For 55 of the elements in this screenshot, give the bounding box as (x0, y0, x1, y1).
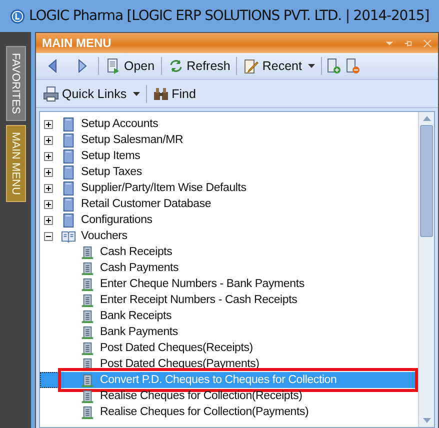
document-pencil-icon (243, 58, 260, 74)
building-icon (80, 372, 95, 388)
caret-icon (308, 64, 315, 68)
building-icon (80, 276, 95, 292)
toolbar-button[interactable]: Open (102, 56, 158, 76)
side-tab[interactable]: FAVORITES (6, 46, 26, 121)
expand-icon[interactable] (44, 184, 53, 192)
dropdown-button[interactable]: Quick Links (40, 84, 143, 104)
tree-item[interactable]: Supplier/Party/Item Wise Defaults (79, 182, 248, 194)
building-icon (80, 404, 95, 420)
building-icon (80, 260, 95, 276)
expand-icon[interactable] (44, 216, 53, 224)
printer-icon (43, 86, 59, 102)
tree-item[interactable]: Realise Cheques for Collection(Payments) (98, 406, 311, 418)
window-title: LOGIC Pharma [LOGIC ERP SOLUTIONS PVT. LTD. | 2014-2015] (29, 8, 430, 24)
collapse-icon[interactable] (44, 232, 53, 240)
toolbar-button[interactable]: Refresh (164, 56, 234, 76)
expand-icon[interactable] (44, 168, 53, 176)
tree-item[interactable]: Enter Cheque Numbers - Bank Payments (98, 278, 306, 290)
expand-icon[interactable] (44, 120, 53, 128)
tree-item[interactable]: Retail Customer Database (79, 198, 214, 210)
tree-item[interactable]: Setup Taxes (79, 166, 144, 178)
tree-item[interactable]: Configurations (79, 214, 154, 226)
tree-item[interactable]: Bank Receipts (98, 310, 174, 322)
tree-item[interactable]: Setup Items (79, 150, 142, 162)
expand-icon[interactable] (44, 136, 53, 144)
panel-title: MAIN MENU (42, 36, 112, 50)
tree-item[interactable]: Cash Payments (98, 262, 181, 274)
book-icon (61, 228, 76, 244)
tree-item[interactable]: Post Dated Cheques(Payments) (98, 358, 262, 370)
logo-icon (10, 8, 25, 24)
caret-icon (132, 92, 140, 96)
building-icon (80, 388, 95, 404)
document-remove-icon[interactable] (344, 58, 360, 74)
building-icon (80, 308, 95, 324)
expand-icon[interactable] (44, 152, 53, 160)
tree-item[interactable]: Enter Receipt Numbers - Cash Receipts (98, 294, 300, 306)
tree-item[interactable]: Setup Salesman/MR (79, 134, 186, 146)
expand-icon[interactable] (44, 200, 53, 208)
building-icon (80, 292, 95, 308)
document-icon (105, 58, 121, 74)
tree-item[interactable]: Post Dated Cheques(Receipts) (98, 342, 255, 354)
building-icon (80, 324, 95, 340)
tree-item[interactable]: Cash Receipts (98, 246, 174, 258)
tree-item[interactable]: Vouchers (79, 230, 130, 242)
refresh-icon (168, 58, 184, 74)
tree-item[interactable]: Realise Cheques for Collection(Receipts) (98, 390, 304, 402)
building-icon (80, 340, 95, 356)
dropdown-button[interactable]: Recent (240, 56, 318, 76)
tree-item[interactable]: Bank Payments (98, 326, 180, 338)
binoculars-icon (152, 86, 169, 102)
document-add-icon[interactable] (324, 58, 341, 74)
toolbar-button[interactable]: Find (150, 84, 199, 104)
building-icon (80, 244, 95, 260)
tree-item[interactable]: Setup Accounts (79, 118, 160, 130)
